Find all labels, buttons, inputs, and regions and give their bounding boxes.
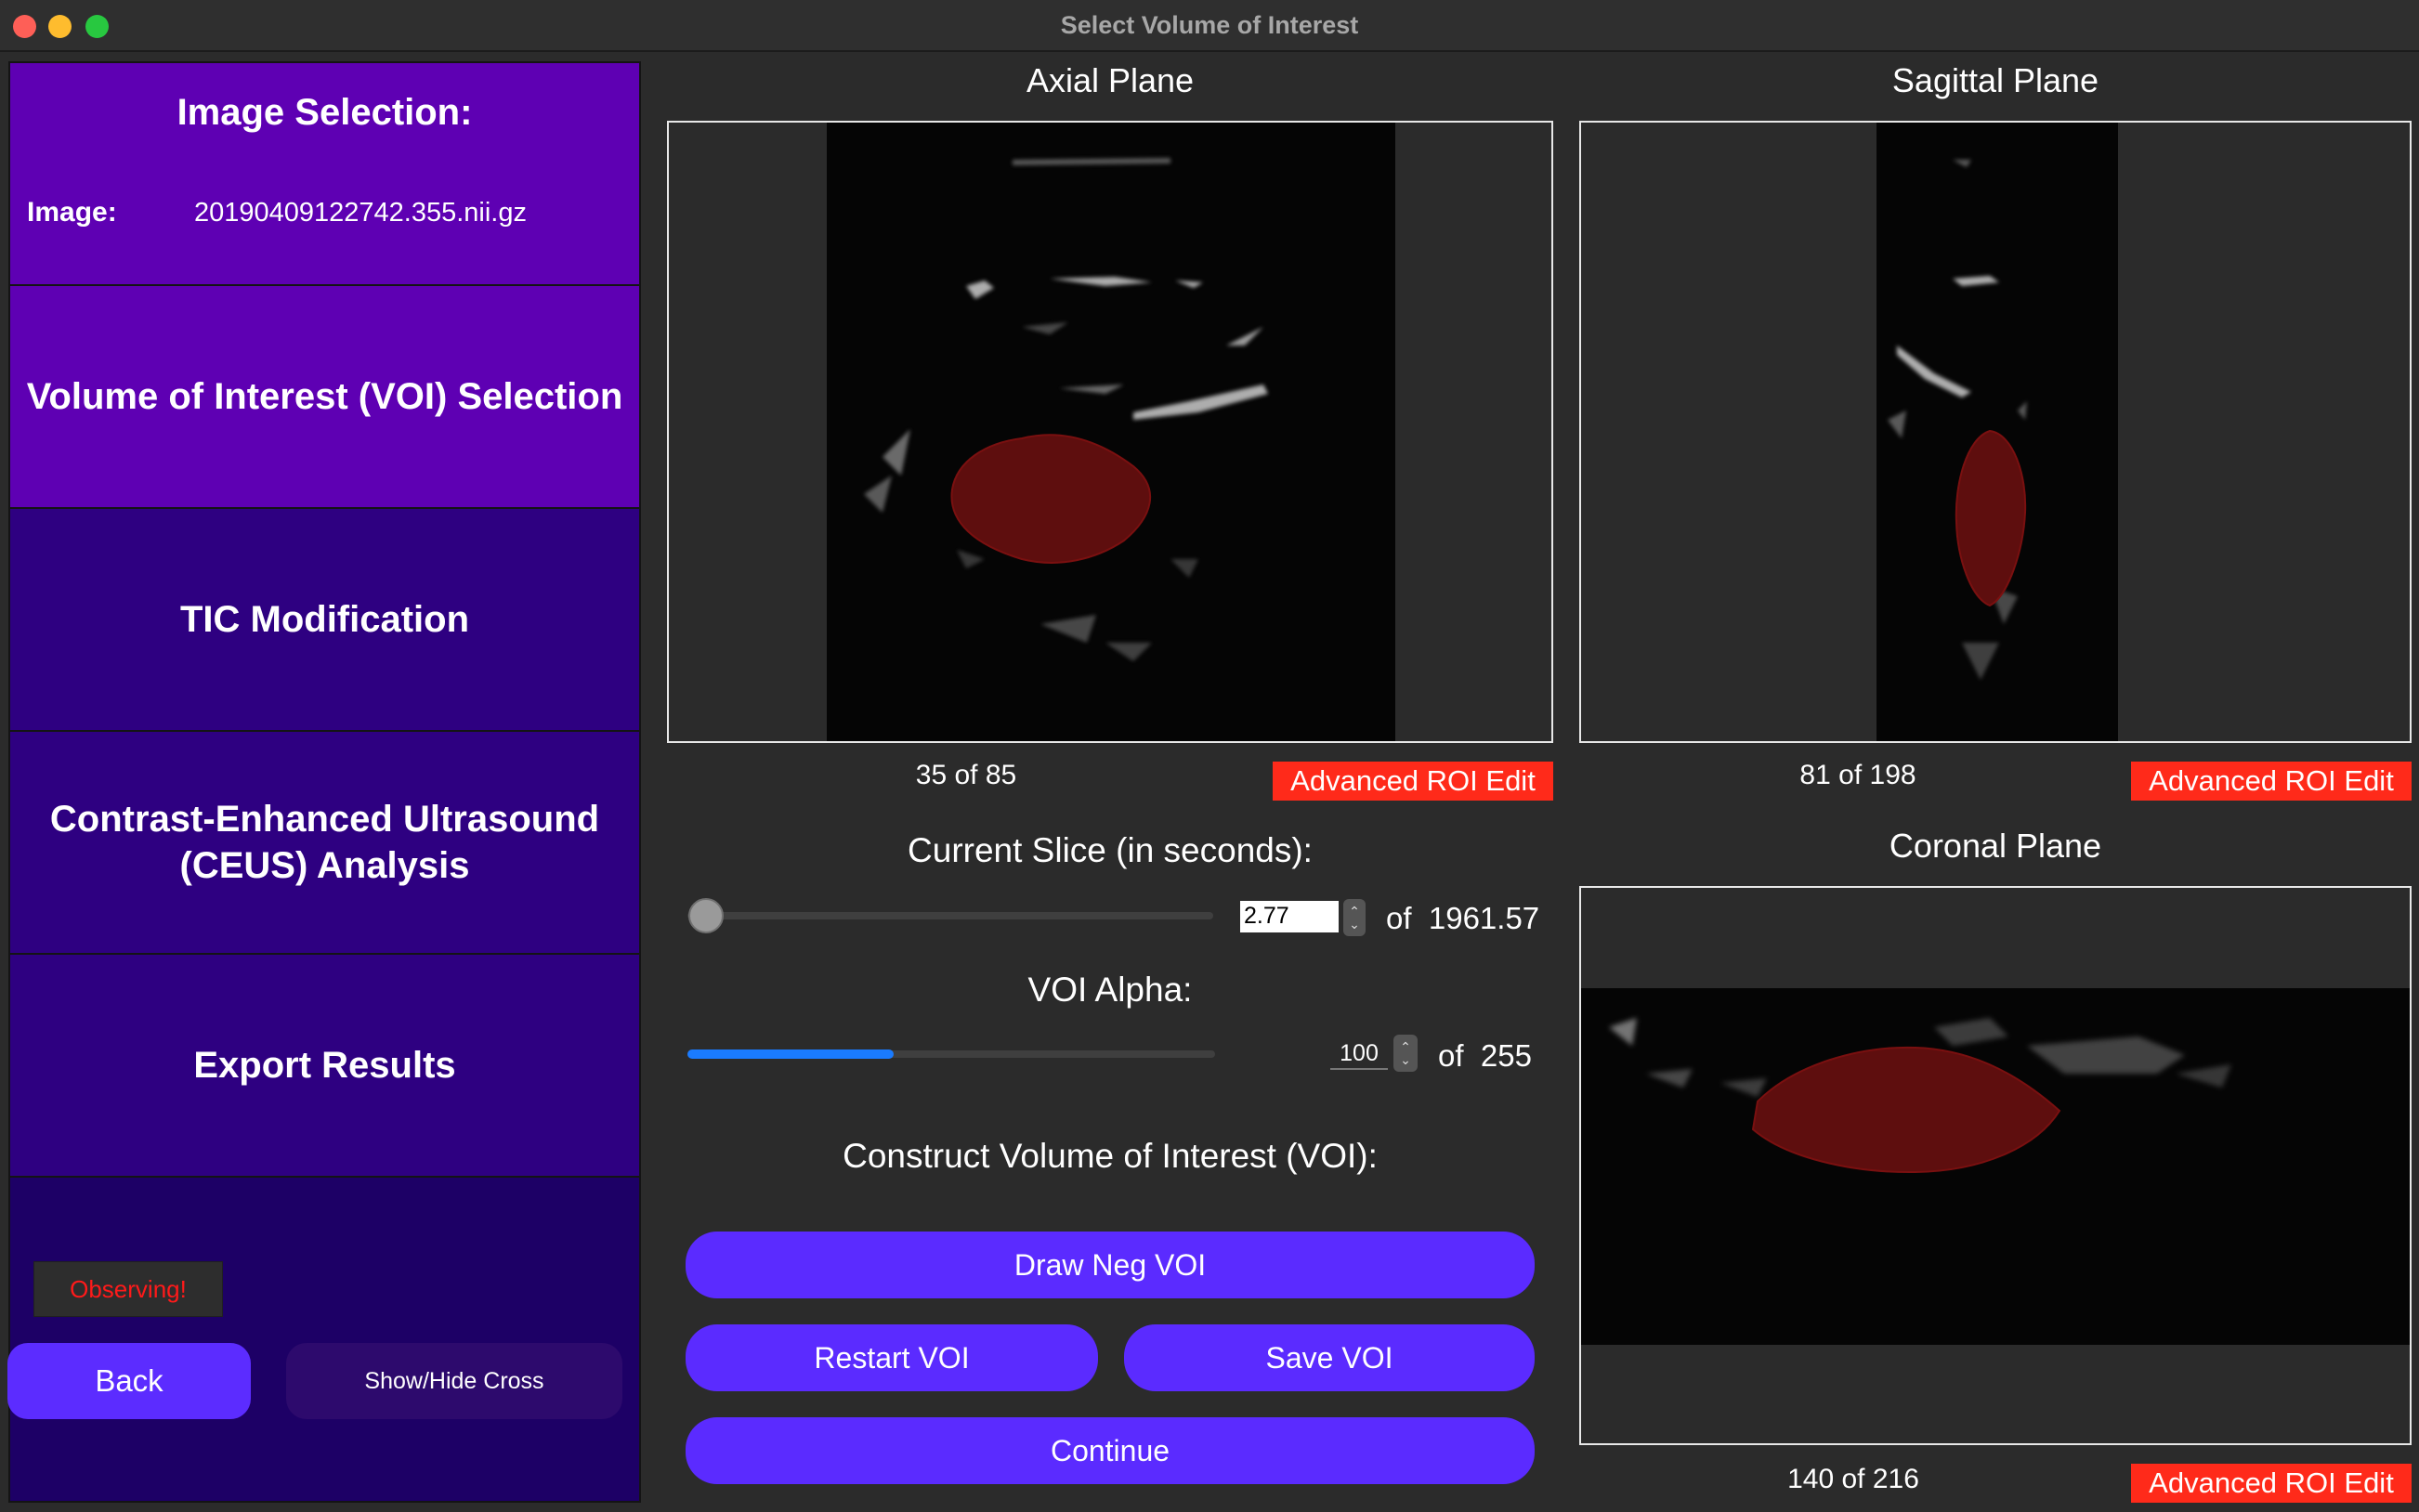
voi-alpha-slider-fill — [687, 1049, 894, 1059]
axial-ultrasound-image — [827, 123, 1395, 741]
chevron-down-icon[interactable]: ⌄ — [1349, 918, 1360, 931]
sagittal-plane-title: Sagittal Plane — [1891, 61, 2099, 99]
coronal-slice-index: 140 — [1787, 1464, 1835, 1494]
sagittal-view[interactable] — [1579, 121, 2412, 743]
sagittal-slice-counter: 81 of 198 — [1765, 760, 1951, 791]
current-slice-label: Current Slice (in seconds): — [908, 831, 1313, 869]
window-title-bar: Select Volume of Interest — [0, 0, 2419, 52]
current-slice-stepper[interactable]: ⌃ ⌄ — [1343, 899, 1366, 936]
current-slice-max: of 1961.57 — [1386, 901, 1572, 936]
voi-alpha-max: of 255 — [1438, 1038, 1559, 1074]
sidebar-section-voi-selection[interactable]: Volume of Interest (VOI) Selection — [10, 286, 639, 509]
save-voi-button[interactable]: Save VOI — [1124, 1324, 1535, 1391]
coronal-view[interactable] — [1579, 886, 2412, 1445]
voi-alpha-max-value: 255 — [1480, 1038, 1532, 1073]
continue-button[interactable]: Continue — [686, 1417, 1535, 1484]
axial-slice-index: 35 — [915, 760, 948, 790]
of-text: of — [1838, 760, 1863, 790]
chevron-down-icon[interactable]: ⌄ — [1400, 1053, 1411, 1066]
sidebar-section-image-selection[interactable]: Image Selection: Image: 20190409122742.3… — [10, 63, 639, 286]
of-text: of — [1438, 1038, 1464, 1073]
sidebar-section-export-results[interactable]: Export Results — [10, 955, 639, 1178]
sidebar-section-label: Volume of Interest (VOI) Selection — [26, 376, 623, 417]
sidebar-section-tic-modification[interactable]: TIC Modification — [10, 509, 639, 732]
current-slice-slider-handle[interactable] — [687, 898, 724, 933]
coronal-slice-total: 216 — [1872, 1464, 1919, 1494]
image-label: Image: — [27, 197, 117, 228]
of-text: of — [954, 760, 978, 790]
sagittal-slice-total: 198 — [1869, 760, 1916, 790]
axial-advanced-roi-edit-button[interactable]: Advanced ROI Edit — [1273, 762, 1553, 801]
sidebar-section-ceus-analysis[interactable]: Contrast-Enhanced Ultrasound (CEUS) Anal… — [10, 732, 639, 955]
chevron-up-icon[interactable]: ⌃ — [1349, 905, 1360, 918]
show-hide-cross-button[interactable]: Show/Hide Cross — [286, 1343, 622, 1419]
image-selection-heading: Image Selection: — [177, 92, 473, 133]
axial-view[interactable] — [667, 121, 1553, 743]
coronal-plane-title: Coronal Plane — [1889, 827, 2102, 865]
of-text: of — [1386, 901, 1412, 935]
sagittal-ultrasound-image — [1876, 123, 2118, 741]
sagittal-advanced-roi-edit-button[interactable]: Advanced ROI Edit — [2131, 762, 2412, 801]
draw-neg-voi-button[interactable]: Draw Neg VOI — [686, 1232, 1535, 1298]
axial-slice-total: 85 — [985, 760, 1017, 790]
voi-alpha-input[interactable]: 100 — [1330, 1038, 1388, 1070]
current-slice-max-value: 1961.57 — [1428, 901, 1540, 935]
coronal-advanced-roi-edit-button[interactable]: Advanced ROI Edit — [2131, 1464, 2412, 1503]
chevron-up-icon[interactable]: ⌃ — [1400, 1040, 1411, 1053]
back-button[interactable]: Back — [7, 1343, 251, 1419]
sagittal-slice-index: 81 — [1799, 760, 1831, 790]
sidebar-section-label: Contrast-Enhanced Ultrasound (CEUS) Anal… — [49, 799, 600, 886]
window-title: Select Volume of Interest — [1060, 11, 1359, 39]
axial-plane-title: Axial Plane — [1026, 61, 1195, 99]
current-slice-slider-track[interactable] — [687, 912, 1213, 919]
current-slice-input[interactable]: 2.77 — [1240, 901, 1339, 932]
image-filename: 20190409122742.355.nii.gz — [194, 198, 527, 228]
voi-alpha-label: VOI Alpha: — [1027, 971, 1193, 1009]
coronal-slice-counter: 140 of 216 — [1756, 1464, 1951, 1495]
voi-alpha-stepper[interactable]: ⌃ ⌄ — [1393, 1035, 1418, 1072]
sidebar-section-label: Export Results — [193, 1045, 456, 1086]
status-indicator: Observing! — [33, 1261, 223, 1317]
axial-slice-counter: 35 of 85 — [873, 760, 1059, 791]
of-text: of — [1841, 1464, 1865, 1494]
coronal-ultrasound-image — [1581, 988, 2410, 1345]
sidebar-section-label: TIC Modification — [179, 599, 470, 640]
construct-voi-label: Construct Volume of Interest (VOI): — [843, 1137, 1378, 1175]
restart-voi-button[interactable]: Restart VOI — [686, 1324, 1098, 1391]
